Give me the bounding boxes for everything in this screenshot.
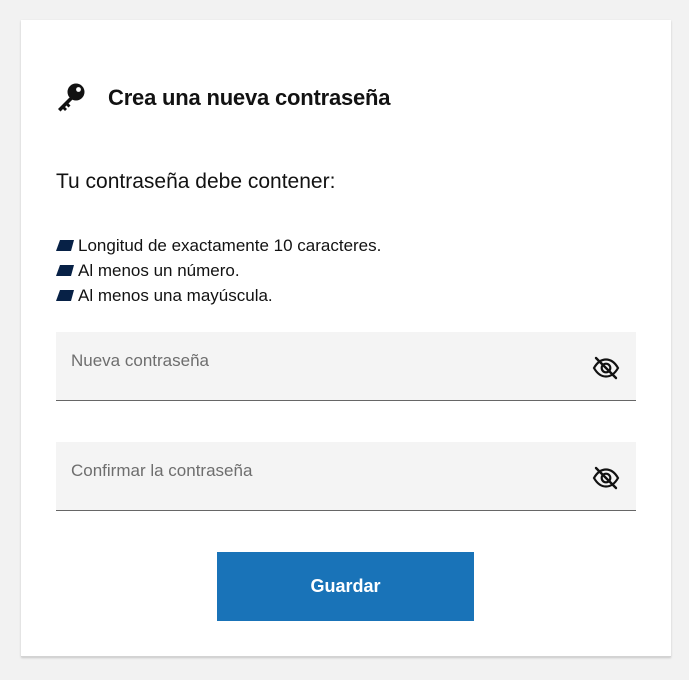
new-password-input[interactable] <box>56 332 576 398</box>
save-button[interactable]: Guardar <box>217 552 474 621</box>
page-title: Crea una nueva contraseña <box>108 85 391 110</box>
eye-slash-icon[interactable] <box>592 466 620 490</box>
bullet-marker-icon <box>56 290 74 301</box>
requirement-text: Longitud de exactamente 10 caracteres. <box>78 236 382 255</box>
requirement-text: Al menos una mayúscula. <box>78 286 273 305</box>
confirm-password-input[interactable] <box>56 442 576 508</box>
card-header: Crea una nueva contraseña <box>55 82 391 114</box>
confirm-password-field <box>56 442 636 511</box>
requirement-item: Al menos una mayúscula. <box>56 283 381 308</box>
requirement-item: Longitud de exactamente 10 caracteres. <box>56 233 381 258</box>
bullet-marker-icon <box>56 265 74 276</box>
eye-slash-icon[interactable] <box>592 356 620 380</box>
requirement-item: Al menos un número. <box>56 258 381 283</box>
new-password-field <box>56 332 636 401</box>
bullet-marker-icon <box>56 240 74 251</box>
password-card: Crea una nueva contraseña Tu contraseña … <box>21 20 671 657</box>
key-icon <box>58 83 85 112</box>
requirements-list: Longitud de exactamente 10 caracteres. A… <box>56 233 381 308</box>
requirement-text: Al menos un número. <box>78 261 240 280</box>
requirements-heading: Tu contraseña debe contener: <box>56 170 336 193</box>
